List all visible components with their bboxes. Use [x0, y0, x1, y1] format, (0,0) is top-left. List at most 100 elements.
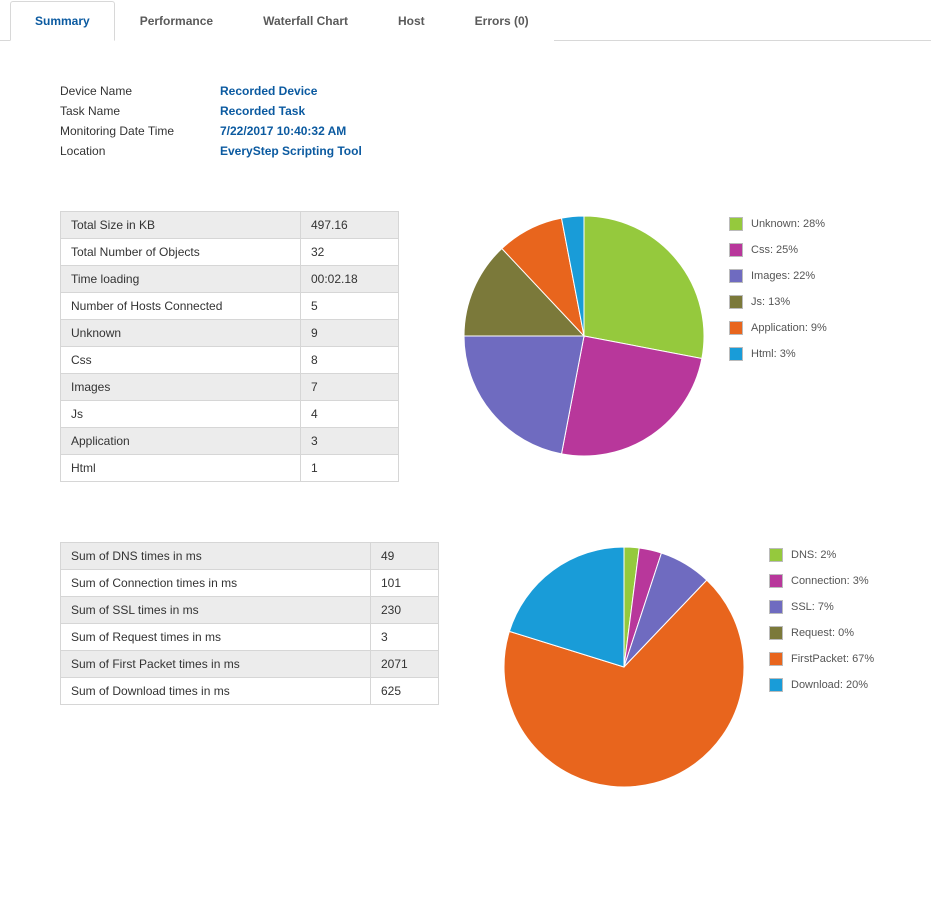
objects-pie-chart — [459, 211, 709, 461]
table-row: Unknown9 — [61, 320, 399, 347]
summary-content: Device Name Recorded Device Task Name Re… — [0, 41, 931, 882]
table-row: Images7 — [61, 374, 399, 401]
task-name-value: Recorded Task — [220, 101, 305, 121]
legend-label: Css: 25% — [751, 244, 798, 256]
metric-label: Sum of Request times in ms — [61, 624, 371, 651]
legend-swatch — [729, 217, 743, 231]
metric-value: 230 — [371, 597, 439, 624]
legend-swatch — [769, 678, 783, 692]
metric-label: Js — [61, 401, 301, 428]
times-legend: DNS: 2% Connection: 3% SSL: 7% Request: 0% F… — [769, 548, 874, 704]
objects-legend: Unknown: 28% Css: 25% Images: 22% Js: 13% Ap… — [729, 217, 827, 373]
legend-label: Js: 13% — [751, 296, 790, 308]
legend-item: DNS: 2% — [769, 548, 874, 562]
legend-swatch — [769, 600, 783, 614]
legend-label: Images: 22% — [751, 270, 815, 282]
legend-item: Images: 22% — [729, 269, 827, 283]
task-name-label: Task Name — [60, 101, 220, 121]
pie-slice — [562, 336, 702, 456]
metric-value: 2071 — [371, 651, 439, 678]
metric-label: Sum of Connection times in ms — [61, 570, 371, 597]
device-name-value: Recorded Device — [220, 81, 317, 101]
legend-label: FirstPacket: 67% — [791, 653, 874, 665]
metric-label: Total Size in KB — [61, 212, 301, 239]
legend-swatch — [729, 347, 743, 361]
objects-section: Total Size in KB497.16Total Number of Ob… — [60, 211, 901, 482]
objects-table: Total Size in KB497.16Total Number of Ob… — [60, 211, 399, 482]
legend-label: DNS: 2% — [791, 549, 836, 561]
legend-label: Html: 3% — [751, 348, 796, 360]
metric-value: 3 — [301, 428, 399, 455]
table-row: Sum of Request times in ms3 — [61, 624, 439, 651]
metric-value: 49 — [371, 543, 439, 570]
legend-label: Download: 20% — [791, 679, 868, 691]
times-pie-chart — [499, 542, 749, 792]
metric-value: 7 — [301, 374, 399, 401]
tab-host[interactable]: Host — [373, 1, 450, 41]
legend-swatch — [729, 321, 743, 335]
times-section: Sum of DNS times in ms49Sum of Connectio… — [60, 542, 901, 792]
table-row: Sum of Download times in ms625 — [61, 678, 439, 705]
legend-item: Connection: 3% — [769, 574, 874, 588]
legend-item: Js: 13% — [729, 295, 827, 309]
metric-value: 497.16 — [301, 212, 399, 239]
metric-value: 1 — [301, 455, 399, 482]
metric-value: 00:02.18 — [301, 266, 399, 293]
table-row: Css8 — [61, 347, 399, 374]
metric-label: Number of Hosts Connected — [61, 293, 301, 320]
location-label: Location — [60, 141, 220, 161]
table-row: Js4 — [61, 401, 399, 428]
metric-label: Total Number of Objects — [61, 239, 301, 266]
metric-label: Html — [61, 455, 301, 482]
legend-swatch — [769, 574, 783, 588]
metric-label: Css — [61, 347, 301, 374]
table-row: Total Size in KB497.16 — [61, 212, 399, 239]
table-row: Sum of DNS times in ms49 — [61, 543, 439, 570]
device-name-label: Device Name — [60, 81, 220, 101]
info-block: Device Name Recorded Device Task Name Re… — [60, 81, 901, 161]
legend-label: Request: 0% — [791, 627, 854, 639]
legend-label: SSL: 7% — [791, 601, 834, 613]
legend-item: Download: 20% — [769, 678, 874, 692]
metric-value: 8 — [301, 347, 399, 374]
metric-label: Application — [61, 428, 301, 455]
legend-swatch — [729, 269, 743, 283]
legend-label: Unknown: 28% — [751, 218, 825, 230]
table-row: Number of Hosts Connected5 — [61, 293, 399, 320]
legend-swatch — [729, 295, 743, 309]
metric-value: 9 — [301, 320, 399, 347]
table-row: Html1 — [61, 455, 399, 482]
table-row: Sum of First Packet times in ms2071 — [61, 651, 439, 678]
metric-label: Sum of Download times in ms — [61, 678, 371, 705]
legend-label: Connection: 3% — [791, 575, 869, 587]
legend-item: Css: 25% — [729, 243, 827, 257]
times-chart-block: DNS: 2% Connection: 3% SSL: 7% Request: 0% F… — [499, 542, 874, 792]
legend-item: Request: 0% — [769, 626, 874, 640]
pie-slice — [584, 216, 704, 358]
metric-label: Images — [61, 374, 301, 401]
monitoring-date-time-value: 7/22/2017 10:40:32 AM — [220, 121, 346, 141]
times-table: Sum of DNS times in ms49Sum of Connectio… — [60, 542, 439, 705]
table-row: Sum of Connection times in ms101 — [61, 570, 439, 597]
legend-item: Html: 3% — [729, 347, 827, 361]
legend-label: Application: 9% — [751, 322, 827, 334]
metric-label: Sum of First Packet times in ms — [61, 651, 371, 678]
metric-value: 625 — [371, 678, 439, 705]
legend-swatch — [769, 652, 783, 666]
metric-label: Unknown — [61, 320, 301, 347]
table-row: Sum of SSL times in ms230 — [61, 597, 439, 624]
metric-label: Time loading — [61, 266, 301, 293]
tab-summary[interactable]: Summary — [10, 1, 115, 41]
metric-value: 101 — [371, 570, 439, 597]
tab-errors[interactable]: Errors (0) — [450, 1, 554, 41]
legend-item: SSL: 7% — [769, 600, 874, 614]
tab-waterfall-chart[interactable]: Waterfall Chart — [238, 1, 373, 41]
legend-item: Unknown: 28% — [729, 217, 827, 231]
objects-chart-block: Unknown: 28% Css: 25% Images: 22% Js: 13% Ap… — [459, 211, 827, 461]
metric-label: Sum of SSL times in ms — [61, 597, 371, 624]
metric-value: 3 — [371, 624, 439, 651]
legend-item: FirstPacket: 67% — [769, 652, 874, 666]
legend-swatch — [769, 548, 783, 562]
legend-item: Application: 9% — [729, 321, 827, 335]
tab-performance[interactable]: Performance — [115, 1, 238, 41]
